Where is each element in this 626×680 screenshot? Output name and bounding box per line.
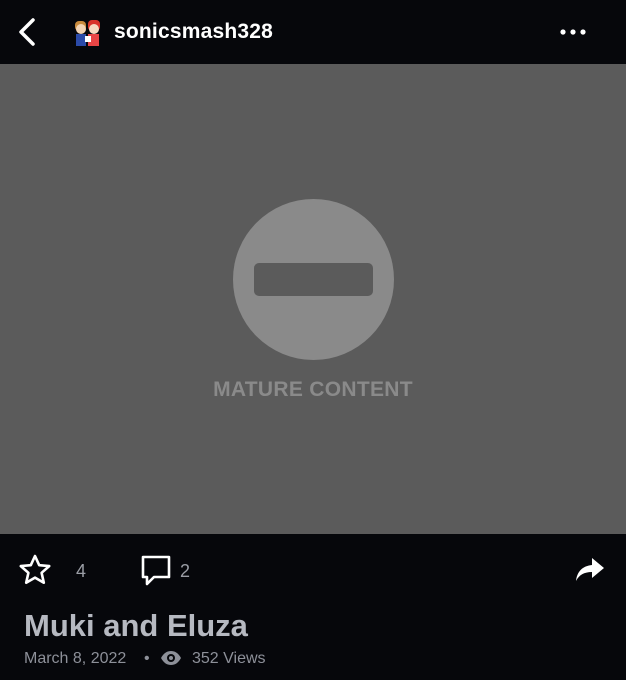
star-outline-icon xyxy=(19,554,51,585)
top-bar: sonicsmash328 xyxy=(0,0,626,64)
publish-date: March 8, 2022 xyxy=(24,650,127,667)
more-horizontal-icon xyxy=(560,29,586,35)
comment-bubble-icon xyxy=(141,555,171,586)
favorite-count: 4 xyxy=(76,561,87,581)
no-entry-icon xyxy=(233,199,394,360)
mature-content-placeholder[interactable]: MATURE CONTENT xyxy=(0,64,626,534)
action-bar: 4 2 xyxy=(0,534,626,604)
share-arrow-icon xyxy=(576,558,604,581)
username[interactable]: sonicsmash328 xyxy=(114,20,273,44)
back-button[interactable] xyxy=(14,16,42,48)
view-count: 352 Views xyxy=(192,650,266,667)
chevron-left-icon xyxy=(19,18,35,46)
comment-count: 2 xyxy=(180,561,191,581)
mature-content-label: MATURE CONTENT xyxy=(213,378,413,401)
avatar[interactable] xyxy=(73,18,103,48)
comment-button[interactable] xyxy=(139,553,173,587)
share-button[interactable] xyxy=(574,555,606,585)
more-options-button[interactable] xyxy=(558,22,588,42)
meta-separator: • xyxy=(144,650,150,667)
deviation-title: Muki and Eluza xyxy=(24,608,248,643)
favorite-button[interactable] xyxy=(18,553,52,587)
eye-icon xyxy=(161,651,181,665)
